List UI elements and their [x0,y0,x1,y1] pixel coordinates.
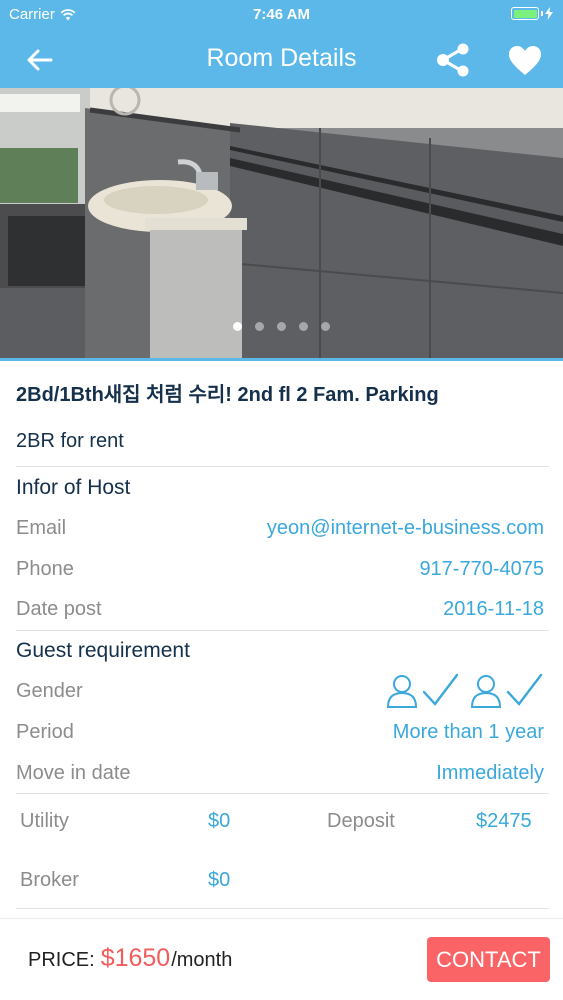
bathroom-photo [0,88,563,358]
phone-link[interactable]: 917-770-4075 [419,558,544,581]
gallery-pager[interactable] [0,322,563,331]
contact-button[interactable]: CONTACT [427,937,550,982]
divider [16,630,549,631]
page-title: Room Details [206,44,357,72]
price-label: PRICE: [28,949,95,971]
period-label: Period [16,721,74,743]
pager-dot[interactable] [321,322,330,331]
pager-dot[interactable] [233,322,242,331]
clock: 7:46 AM [253,6,310,23]
price-unit: /month [171,949,233,971]
price-amount: $1650 [100,944,171,972]
utility-value: $0 [208,810,231,832]
email-link[interactable]: yeon@internet-e-business.com [267,517,544,540]
price-display: PRICE: $1650 /month [28,944,232,973]
heart-icon [509,45,541,75]
listing-title: 2Bd/1Bth새집 처럼 수리! 2nd fl 2 Fam. Parking [16,384,439,406]
broker-label: Broker [20,869,79,891]
room-photo[interactable] [0,88,563,358]
phone-label: Phone [16,558,74,580]
share-icon [437,43,469,77]
nav-bar: Room Details [0,30,563,88]
pager-dot[interactable] [255,322,264,331]
favorite-button[interactable] [505,40,545,80]
deposit-value: $2475 [476,810,532,832]
utility-label: Utility [20,810,69,832]
divider [16,793,549,794]
deposit-label: Deposit [327,810,395,832]
battery-icon [511,7,539,20]
share-button[interactable] [433,40,473,80]
status-bar: Carrier 7:46 AM [0,0,563,30]
host-section-title: Infor of Host [16,476,131,499]
email-label: Email [16,517,67,539]
date-label: Date post [16,598,102,620]
divider [16,466,549,467]
user-check-icon [470,673,543,708]
period-value: More than 1 year [392,721,544,743]
listing-subtitle: 2BR for rent [16,430,124,452]
pager-dot[interactable] [277,322,286,331]
gender-icons [384,671,544,709]
move-in-label: Move in date [16,762,131,784]
divider [16,908,549,909]
charging-bolt-icon [545,7,553,20]
user-check-icon [386,673,459,708]
date-post-value: 2016-11-18 [443,598,544,620]
gender-label: Gender [16,680,83,702]
pager-dot[interactable] [299,322,308,331]
photo-divider [0,358,563,361]
battery-indicator [511,7,553,20]
broker-value: $0 [208,869,231,891]
move-in-value: Immediately [436,762,544,784]
requirement-section-title: Guest requirement [16,639,190,662]
footer-divider [0,918,563,919]
